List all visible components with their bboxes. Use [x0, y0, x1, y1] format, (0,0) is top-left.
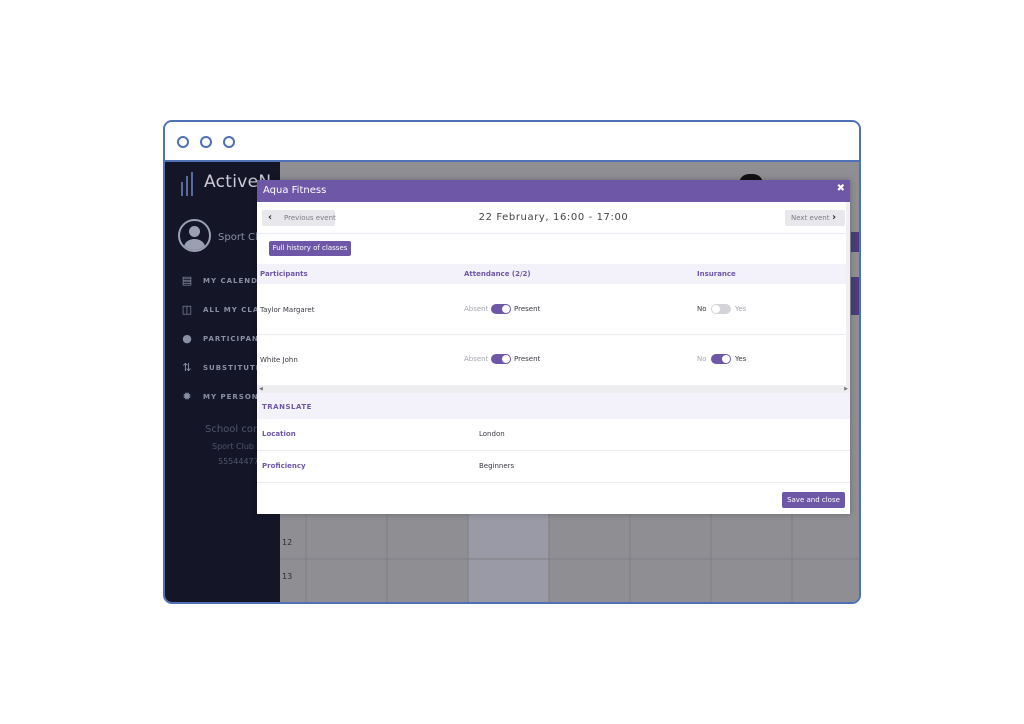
book-icon: ◫ — [181, 303, 193, 316]
participant-name: Taylor Margaret — [260, 306, 315, 314]
full-history-button[interactable]: Full history of classes — [269, 241, 351, 256]
info-key: Proficiency — [262, 462, 306, 470]
col-attendance: Attendance (2/2) — [464, 270, 531, 278]
insurance-yes-label: Yes — [735, 305, 747, 313]
person-icon: ● — [182, 332, 192, 345]
info-row-proficiency: Proficiency Beginners — [257, 451, 850, 483]
table-horizontal-scrollbar[interactable]: ◀ ▶ — [257, 385, 850, 393]
user-name: Sport Cl — [218, 232, 258, 243]
col-insurance: Insurance — [697, 270, 736, 278]
attendance-toggle[interactable] — [491, 304, 511, 314]
school-name: School con — [205, 424, 260, 435]
participant-name: White John — [260, 356, 298, 364]
translate-section-header: TRANSLATE — [257, 393, 850, 419]
scroll-left-icon[interactable]: ◀ — [259, 385, 263, 393]
modal-scrollbar[interactable] — [846, 202, 850, 385]
calendar-row-12: 12 — [282, 538, 293, 547]
calendar-event-block[interactable] — [851, 277, 859, 315]
event-date: 22 February, 16:00 - 17:00 — [478, 212, 629, 223]
present-label: Present — [514, 305, 541, 313]
substitution-icon: ⇅ — [182, 361, 192, 374]
section-title: TRANSLATE — [262, 403, 312, 411]
info-value: London — [479, 430, 505, 438]
window-titlebar — [165, 122, 859, 162]
attendance-toggle[interactable] — [491, 354, 511, 364]
next-event-label: Next event — [791, 214, 830, 222]
participants-table-header: Participants Attendance (2/2) Insurance — [257, 264, 850, 284]
school-club: Sport Club — [212, 442, 254, 451]
insurance-no-label: No — [697, 355, 707, 363]
grid-view-icon[interactable] — [851, 232, 859, 252]
gear-icon: ✹ — [182, 390, 192, 403]
info-row-location: Location London — [257, 419, 850, 451]
info-key: Location — [262, 430, 296, 438]
calendar-icon: ▤ — [181, 274, 193, 287]
divider — [257, 233, 850, 234]
scroll-right-icon[interactable]: ▶ — [844, 385, 848, 393]
absent-label: Absent — [464, 305, 489, 313]
col-participants: Participants — [260, 270, 308, 278]
insurance-toggle[interactable] — [711, 304, 731, 314]
event-modal: Aqua Fitness ✖ ‹ Previous event 22 Febru… — [257, 180, 850, 514]
insurance-no-label: No — [697, 305, 707, 313]
calendar-row-13: 13 — [282, 572, 293, 581]
modal-title: Aqua Fitness — [263, 185, 327, 196]
next-event-button[interactable]: Next event › — [785, 210, 845, 226]
close-icon[interactable]: ✖ — [837, 183, 845, 194]
modal-header: Aqua Fitness ✖ — [257, 180, 850, 202]
window-dot-2[interactable] — [200, 136, 212, 148]
absent-label: Absent — [464, 355, 489, 363]
table-row: White John Absent Present No Yes — [257, 335, 850, 385]
info-value: Beginners — [479, 462, 515, 470]
window-dot-3[interactable] — [223, 136, 235, 148]
present-label: Present — [514, 355, 541, 363]
chevron-right-icon: › — [832, 212, 837, 223]
save-and-close-button[interactable]: Save and close — [782, 492, 845, 508]
insurance-toggle[interactable] — [711, 354, 731, 364]
logo-icon — [181, 172, 199, 196]
insurance-yes-label: Yes — [735, 355, 747, 363]
table-row: Taylor Margaret Absent Present No Yes — [257, 285, 850, 335]
user-avatar-icon[interactable] — [178, 219, 211, 252]
window-dot-1[interactable] — [177, 136, 189, 148]
